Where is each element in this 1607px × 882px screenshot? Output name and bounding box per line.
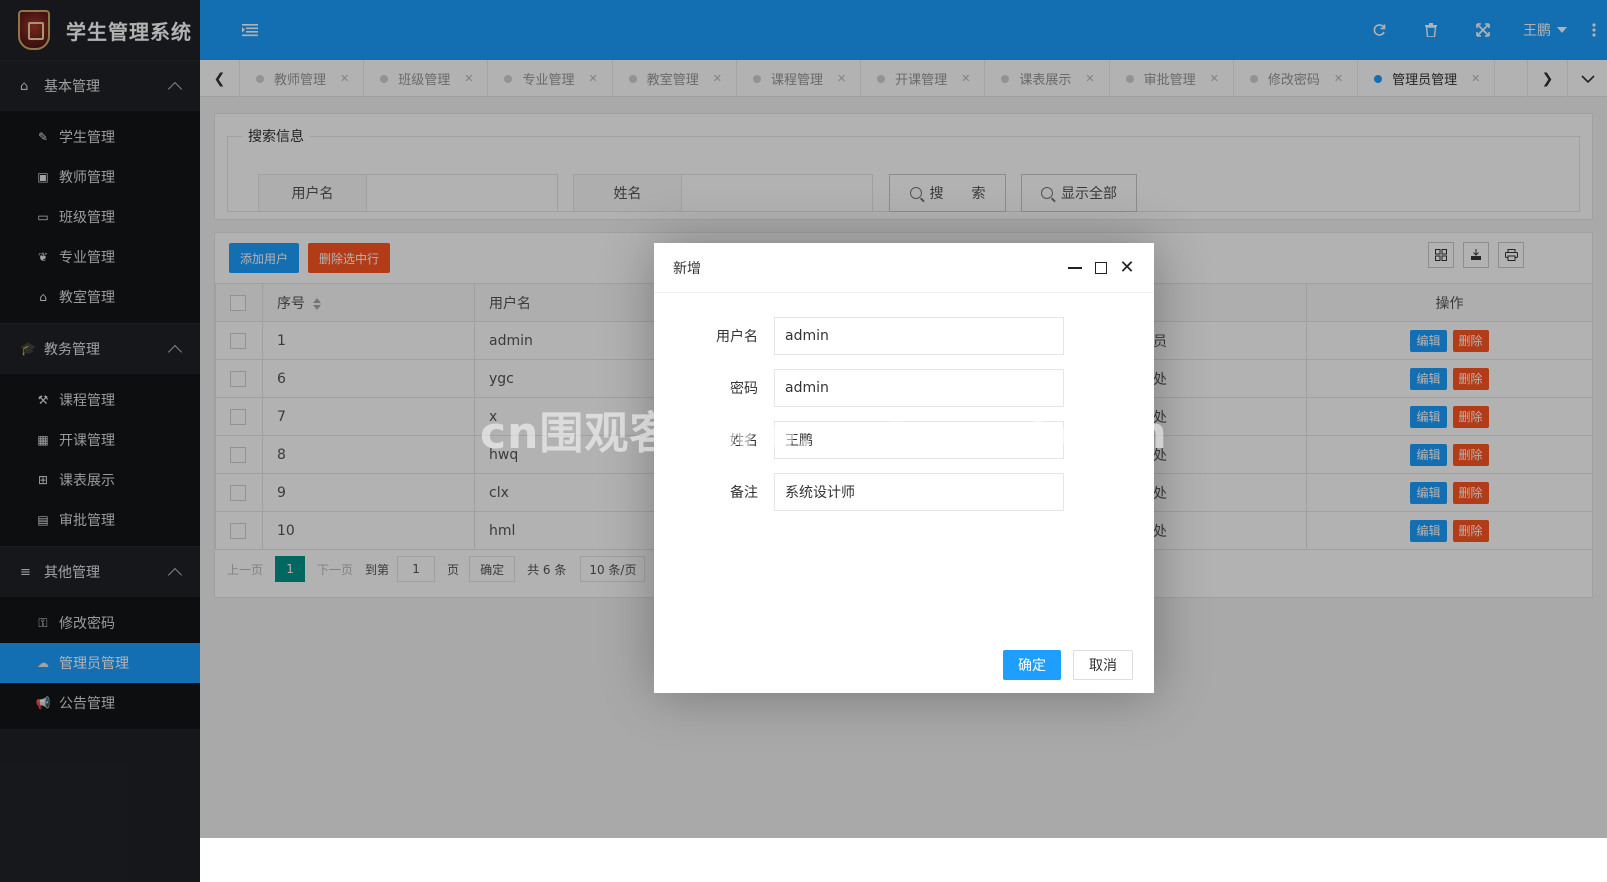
modal-shade-sidebar	[0, 0, 200, 882]
form-label: 用户名	[716, 329, 758, 345]
form-row: 备注 系统设计师	[694, 473, 1064, 511]
form-input[interactable]: 系统设计师	[774, 473, 1064, 511]
dialog-tools: ✕	[1060, 257, 1138, 279]
form-row: 姓名 王鹏	[694, 421, 1064, 459]
dialog-title: 新增	[673, 260, 701, 277]
footer-area	[200, 838, 1607, 882]
form-input[interactable]: admin	[774, 317, 1064, 355]
dialog-cancel-button[interactable]: 取消	[1073, 650, 1133, 680]
form-input[interactable]: admin	[774, 369, 1064, 407]
form-label: 备注	[730, 485, 758, 501]
form-row: 密码 admin	[694, 369, 1064, 407]
dialog-ok-button[interactable]: 确定	[1003, 650, 1061, 680]
close-icon[interactable]: ✕	[1116, 257, 1138, 279]
form-label: 密码	[730, 381, 758, 397]
form-input[interactable]: 王鹏	[774, 421, 1064, 459]
form-label: 姓名	[730, 433, 758, 449]
add-dialog: 新增 ✕ 用户名 admin 密码 admin 姓名 王鹏备注 系统设计师 确定 取消	[654, 243, 1154, 693]
app-root: 学生管理系统 ⌂ 基本管理 ✎ 学生管理 ▣ 教师管理 ▭ 班级管理 ❦ 专业管理 ⌂ 教室管理 🎓 教务…	[0, 0, 1607, 882]
minimize-icon[interactable]	[1064, 257, 1086, 279]
maximize-icon[interactable]	[1090, 257, 1112, 279]
form-row: 用户名 admin	[694, 317, 1064, 355]
